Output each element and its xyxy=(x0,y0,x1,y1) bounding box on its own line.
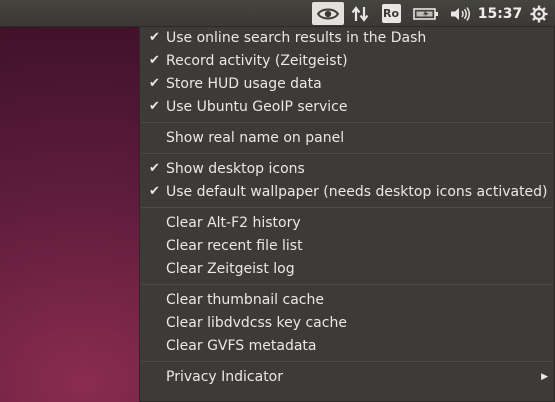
menu-separator xyxy=(141,284,553,285)
privacy-indicator[interactable] xyxy=(312,2,344,25)
menu-item-show-real-name[interactable]: Show real name on panel xyxy=(140,126,554,149)
menu-item-geoip[interactable]: ✔ Use Ubuntu GeoIP service xyxy=(140,95,554,118)
menu-item-default-wallpaper[interactable]: ✔ Use default wallpaper (needs desktop i… xyxy=(140,180,554,203)
keyboard-layout-badge: Ro xyxy=(381,4,401,23)
menu-item-clear-zeitgeist[interactable]: Clear Zeitgeist log xyxy=(140,257,554,280)
menu-item-store-hud[interactable]: ✔ Store HUD usage data xyxy=(140,72,554,95)
menu-item-clear-recent-files[interactable]: Clear recent file list xyxy=(140,234,554,257)
menu-item-label: Use Ubuntu GeoIP service xyxy=(166,98,348,115)
gear-icon xyxy=(530,5,548,22)
menu-item-label: Clear Zeitgeist log xyxy=(166,260,295,277)
menu-item-show-desktop-icons[interactable]: ✔ Show desktop icons xyxy=(140,157,554,180)
menu-item-clear-gvfs[interactable]: Clear GVFS metadata xyxy=(140,334,554,357)
battery-indicator[interactable] xyxy=(411,2,441,25)
clock[interactable]: 15:37 xyxy=(478,2,523,25)
battery-icon xyxy=(413,7,438,20)
check-icon: ✔ xyxy=(149,30,160,45)
check-icon: ✔ xyxy=(149,161,160,176)
eye-icon xyxy=(317,8,339,19)
menu-item-clear-alt-f2[interactable]: Clear Alt-F2 history xyxy=(140,211,554,234)
menu-item-record-activity[interactable]: ✔ Record activity (Zeitgeist) xyxy=(140,49,554,72)
network-arrows-icon xyxy=(351,5,369,22)
menu-item-label: Privacy Indicator xyxy=(166,368,284,385)
menu-item-label: Clear GVFS metadata xyxy=(166,337,317,354)
menu-item-label: Use default wallpaper (needs desktop ico… xyxy=(166,183,548,200)
privacy-menu: ✔ Use online search results in the Dash … xyxy=(139,26,555,402)
sound-indicator[interactable] xyxy=(447,2,473,25)
check-icon: ✔ xyxy=(149,53,160,68)
menu-item-label: Clear recent file list xyxy=(166,237,303,254)
check-icon: ✔ xyxy=(149,76,160,91)
submenu-arrow-icon: ▶ xyxy=(541,371,548,382)
session-indicator[interactable] xyxy=(527,2,551,25)
check-icon: ✔ xyxy=(149,184,160,199)
top-panel: Ro 15:37 xyxy=(0,0,555,27)
menu-separator xyxy=(141,207,553,208)
menu-separator xyxy=(141,122,553,123)
network-indicator[interactable] xyxy=(348,2,372,25)
menu-item-clear-libdvdcss[interactable]: Clear libdvdcss key cache xyxy=(140,311,554,334)
menu-item-label: Show desktop icons xyxy=(166,160,305,177)
menu-item-label: Clear thumbnail cache xyxy=(166,291,324,308)
menu-item-privacy-indicator[interactable]: Privacy Indicator ▶ xyxy=(140,365,554,388)
menu-item-online-search[interactable]: ✔ Use online search results in the Dash xyxy=(140,26,554,49)
menu-item-label: Store HUD usage data xyxy=(166,75,322,92)
menu-separator xyxy=(141,361,553,362)
menu-item-label: Clear libdvdcss key cache xyxy=(166,314,347,331)
menu-item-label: Use online search results in the Dash xyxy=(166,29,427,46)
menu-separator xyxy=(141,153,553,154)
check-icon: ✔ xyxy=(149,99,160,114)
menu-item-label: Clear Alt-F2 history xyxy=(166,214,301,231)
menu-item-label: Record activity (Zeitgeist) xyxy=(166,52,348,69)
menu-item-clear-thumbnail-cache[interactable]: Clear thumbnail cache xyxy=(140,288,554,311)
speaker-icon xyxy=(451,6,470,21)
menu-item-label: Show real name on panel xyxy=(166,129,345,146)
keyboard-layout-indicator[interactable]: Ro xyxy=(380,2,402,25)
